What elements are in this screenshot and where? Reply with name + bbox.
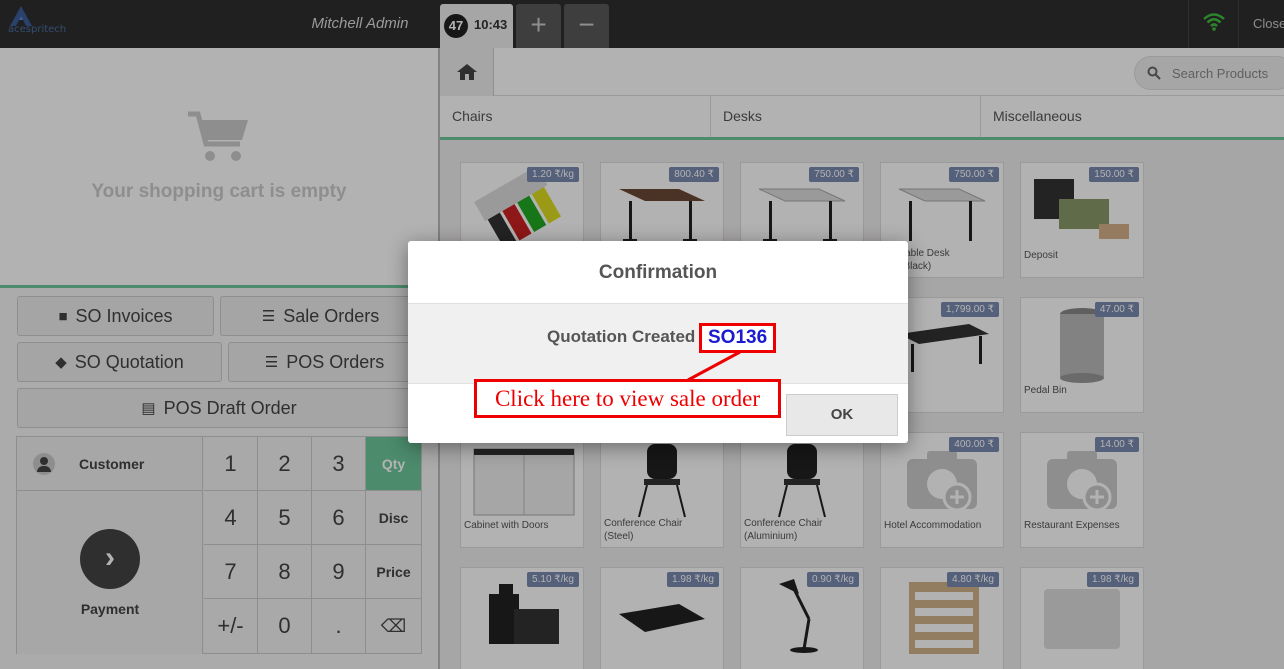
dialog-message: Quotation Created bbox=[547, 327, 696, 346]
annotation-callout: Click here to view sale order bbox=[474, 379, 781, 418]
dialog-body: Quotation Created SO136 bbox=[408, 304, 908, 384]
ok-button[interactable]: OK bbox=[786, 394, 898, 436]
sale-order-link[interactable]: SO136 bbox=[699, 323, 777, 353]
annotation-arrow bbox=[687, 350, 741, 382]
dialog-title: Confirmation bbox=[408, 241, 908, 304]
